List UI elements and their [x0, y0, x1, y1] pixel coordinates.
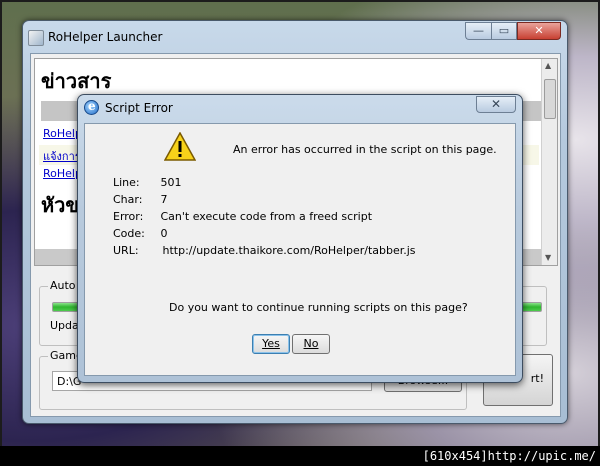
no-button[interactable]: No: [292, 334, 330, 354]
close-button[interactable]: ✕: [517, 22, 561, 40]
maximize-button[interactable]: ▭: [491, 22, 517, 40]
detail-error: Error: Can't execute code from a freed s…: [113, 210, 372, 223]
scroll-down-icon[interactable]: ▼: [545, 253, 551, 262]
dialog-titlebar[interactable]: Script Error ✕: [78, 95, 522, 123]
minimize-button[interactable]: —: [465, 22, 491, 40]
detail-label: Line:: [113, 176, 140, 189]
script-error-dialog: Script Error ✕ An error has occurred in …: [77, 94, 523, 383]
detail-label: Code:: [113, 227, 145, 240]
detail-label: Char:: [113, 193, 143, 206]
launcher-title: RoHelper Launcher: [48, 30, 163, 44]
detail-label: URL:: [113, 244, 139, 257]
detail-value: Can't execute code from a freed script: [160, 210, 373, 223]
app-icon: [28, 30, 44, 46]
internet-explorer-icon: [84, 99, 99, 115]
continue-question: Do you want to continue running scripts …: [169, 301, 468, 314]
yes-button[interactable]: Yes: [252, 334, 290, 354]
warning-icon: [164, 132, 196, 161]
error-message: An error has occurred in the script on t…: [233, 143, 497, 156]
detail-line: Line: 501: [113, 176, 182, 189]
dialog-close-button[interactable]: ✕: [476, 96, 516, 113]
detail-code: Code: 0: [113, 227, 168, 240]
news-vertical-scrollbar[interactable]: ▲ ▼: [541, 59, 557, 265]
detail-value: http://update.thaikore.com/RoHelper/tabb…: [162, 244, 416, 257]
news-heading: ข่าวสาร: [41, 69, 112, 93]
news-heading-topics: หัวข: [41, 193, 80, 217]
detail-char: Char: 7: [113, 193, 168, 206]
caption-buttons: — ▭ ✕: [465, 22, 561, 40]
detail-value: 501: [160, 176, 182, 189]
launcher-titlebar[interactable]: RoHelper Launcher — ▭ ✕: [23, 21, 567, 53]
update-status-text: Upda: [50, 319, 79, 332]
scroll-up-icon[interactable]: ▲: [545, 61, 551, 70]
news-link-2[interactable]: แจ้งการ: [43, 147, 81, 165]
scroll-thumb[interactable]: [544, 79, 556, 119]
detail-value: 7: [160, 193, 168, 206]
dialog-client-area: An error has occurred in the script on t…: [84, 123, 516, 376]
watermark-text: [610x454]http://upic.me/: [0, 446, 600, 466]
dialog-title: Script Error: [105, 101, 173, 115]
detail-label: Error:: [113, 210, 144, 223]
detail-value: 0: [160, 227, 168, 240]
detail-url: URL: http://update.thaikore.com/RoHelper…: [113, 244, 416, 257]
